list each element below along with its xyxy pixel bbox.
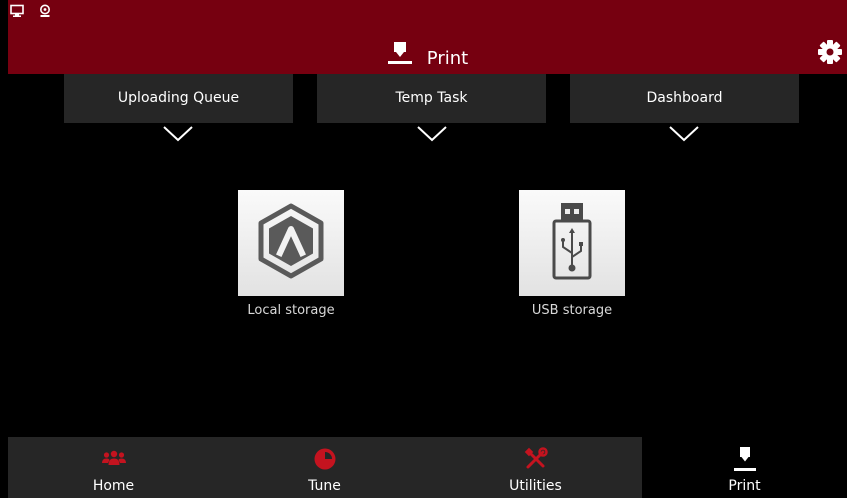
chevron-down-icon[interactable] <box>669 126 699 146</box>
gear-icon[interactable] <box>817 39 843 69</box>
screen: Print Uploading Queue Temp Task Dashboar… <box>0 0 847 498</box>
users-icon <box>101 442 126 476</box>
page-title-text: Print <box>426 48 469 69</box>
usb-storage-button[interactable] <box>519 190 625 296</box>
nav-utilities[interactable]: Utilities <box>430 437 641 498</box>
tab-label: Temp Task <box>395 90 468 106</box>
nav-home[interactable]: Home <box>8 437 219 498</box>
tab-dashboard[interactable]: Dashboard <box>570 74 799 123</box>
nav-tune[interactable]: Tune <box>219 437 430 498</box>
usb-drive-icon <box>549 201 595 285</box>
nav-label: Print <box>728 478 761 494</box>
nav-label: Home <box>92 478 135 494</box>
nav-print[interactable]: Print <box>642 437 847 498</box>
chevron-down-icon[interactable] <box>163 126 193 146</box>
print-nozzle-icon <box>732 442 758 476</box>
tab-label: Dashboard <box>646 90 723 106</box>
local-storage-icon <box>256 203 326 283</box>
pie-chart-icon <box>313 442 337 476</box>
local-storage-button[interactable] <box>238 190 344 296</box>
monitor-icon[interactable] <box>10 3 24 22</box>
usb-storage-label: USB storage <box>531 303 613 318</box>
webcam-icon[interactable] <box>39 3 51 22</box>
chevron-down-icon[interactable] <box>417 126 447 146</box>
nav-label: Utilities <box>509 478 562 494</box>
bottom-nav: Home Tune Utilities Print <box>8 437 847 498</box>
header-bar: Print <box>8 0 847 74</box>
print-nozzle-icon <box>387 40 413 71</box>
tab-uploading-queue[interactable]: Uploading Queue <box>64 74 293 123</box>
tab-temp-task[interactable]: Temp Task <box>317 74 546 123</box>
local-storage-label: Local storage <box>247 303 335 318</box>
page-title: Print <box>8 40 847 71</box>
tools-icon <box>524 442 548 476</box>
tab-label: Uploading Queue <box>117 90 240 106</box>
nav-label: Tune <box>308 478 341 494</box>
